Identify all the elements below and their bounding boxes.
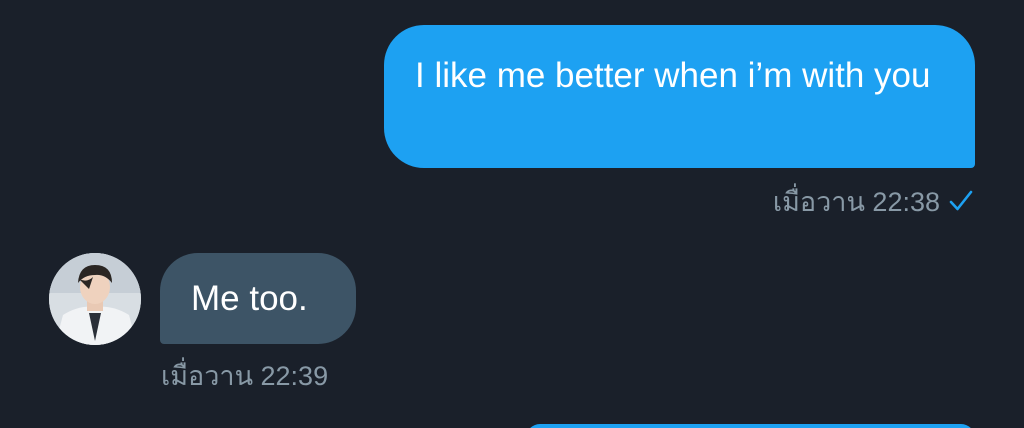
outgoing-message-meta: เมื่อวาน 22:38 xyxy=(773,184,974,218)
incoming-message-meta: เมื่อวาน 22:39 xyxy=(161,358,328,392)
outgoing-message-time: เมื่อวาน 22:38 xyxy=(772,186,940,217)
incoming-message-time: เมื่อวาน 22:39 xyxy=(161,360,329,391)
outgoing-message-text: I like me better when i’m with you xyxy=(415,56,931,95)
outgoing-message-bubble[interactable]: I like me better when i’m with you xyxy=(384,25,975,168)
incoming-message-text: Me too. xyxy=(191,279,308,318)
check-icon xyxy=(948,188,974,214)
avatar[interactable] xyxy=(49,253,141,345)
next-outgoing-message-bubble[interactable] xyxy=(526,424,975,428)
incoming-message-bubble[interactable]: Me too. xyxy=(160,253,356,344)
chat-screen: I like me better when i’m with you เมื่อ… xyxy=(0,0,1024,428)
